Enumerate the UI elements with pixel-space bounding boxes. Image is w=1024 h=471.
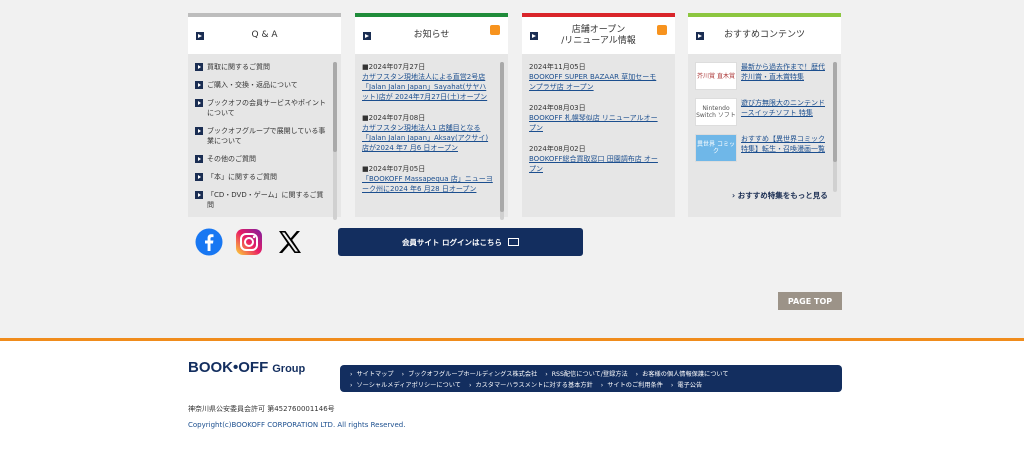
qa-item[interactable]: ブックオフグループで展開している事業について <box>195 126 326 146</box>
qa-title: Q & A <box>251 30 278 40</box>
qa-item[interactable]: 買取に関するご質問 <box>195 62 326 72</box>
recommend-panel: おすすめコンテンツ 芥川賞 直木賞 最新から過去作まで！歴代芥川賞・直木賞特集 … <box>688 13 841 217</box>
stores-panel: 店舗オープン/リニューアル情報 2024年11月05日 BOOKOFF SUPE… <box>522 13 675 217</box>
news-link[interactable]: 「BOOKOFF Massapequa 店」ニューヨーク州に2024 年6 月2… <box>362 174 493 194</box>
footer: BOOK•OFFGroup サイトマップ ブックオフグループホールディングス株式… <box>0 338 1024 471</box>
logo-text: BOOK•OFF <box>188 359 269 376</box>
news-date: ■2024年07月08日 <box>362 114 426 122</box>
stores-title-line2: /リニューアル情報 <box>561 35 636 46</box>
footer-link[interactable]: サイトのご利用条件 <box>601 380 663 389</box>
footer-link[interactable]: 電子公告 <box>671 380 702 389</box>
bookoff-group-logo[interactable]: BOOK•OFF Group <box>188 359 305 376</box>
store-item: 2024年08月02日 BOOKOFF総合買取窓口 田園調布店 オープン <box>529 144 660 174</box>
stores-title-line1: 店舗オープン <box>571 24 626 35</box>
recommend-header[interactable]: おすすめコンテンツ <box>688 17 841 54</box>
footer-nav-row: ソーシャルメディアポリシーについて カスタマーハラスメントに対する基本方針 サイ… <box>350 380 710 389</box>
rss-icon[interactable] <box>490 25 500 35</box>
scroll-thumb[interactable] <box>833 62 837 162</box>
footer-nav: サイトマップ ブックオフグループホールディングス株式会社 RSS配信について/登… <box>340 365 842 392</box>
news-list: ■2024年07月27日 カザフスタン現地法人による直営2号店「Jalan Ja… <box>362 62 493 217</box>
footer-link[interactable]: ブックオフグループホールディングス株式会社 <box>402 369 537 378</box>
news-item: ■2024年07月08日 カザフスタン現地法人1 店舗目となる「Jalan Ja… <box>362 113 493 153</box>
news-date: ■2024年07月27日 <box>362 63 426 71</box>
external-window-icon <box>508 238 520 246</box>
recommend-item[interactable]: 芥川賞 直木賞 最新から過去作まで！歴代芥川賞・直木賞特集 <box>695 62 826 90</box>
more-link[interactable]: › おすすめ特集をもっと見る <box>732 190 828 201</box>
store-date: 2024年08月02日 <box>529 145 586 153</box>
recommend-list: 芥川賞 直木賞 最新から過去作まで！歴代芥川賞・直木賞特集 Nintendo S… <box>695 62 826 191</box>
arrow-icon <box>363 32 371 40</box>
store-date: 2024年08月03日 <box>529 104 586 112</box>
qa-list: 買取に関するご質問 ご購入・交換・返品について ブックオフの会員サービスやポイン… <box>195 62 326 217</box>
stores-title: 店舗オープン/リニューアル情報 <box>561 25 636 47</box>
recommend-link[interactable]: 最新から過去作まで！歴代芥川賞・直木賞特集 <box>741 62 826 82</box>
news-scrollbar[interactable] <box>500 62 504 220</box>
arrow-icon <box>696 32 704 40</box>
permit-text: 神奈川県公安委員会許可 第452760001146号 <box>188 405 335 413</box>
qa-item[interactable]: その他のご質問 <box>195 154 326 164</box>
qa-panel: Q & A 買取に関するご質問 ご購入・交換・返品について ブックオフの会員サー… <box>188 13 341 220</box>
news-title: お知らせ <box>413 30 450 40</box>
rss-icon[interactable] <box>657 25 667 35</box>
news-date: ■2024年07月05日 <box>362 165 426 173</box>
stores-list: 2024年11月05日 BOOKOFF SUPER BAZAAR 草加セーモンプ… <box>529 62 660 217</box>
stores-header[interactable]: 店舗オープン/リニューアル情報 <box>522 17 675 54</box>
recommend-link[interactable]: おすすめ【異世界コミック特集】転生・召喚漫画一覧 <box>741 134 826 154</box>
news-item: ■2024年07月27日 カザフスタン現地法人による直営2号店「Jalan Ja… <box>362 62 493 102</box>
recommend-item[interactable]: Nintendo Switch ソフト 遊び方無限大のニンテンドースイッチソフト… <box>695 98 826 126</box>
more-label: おすすめ特集をもっと見る <box>737 191 828 200</box>
recommend-title: おすすめコンテンツ <box>723 30 805 40</box>
qa-item[interactable]: ブックオフの会員サービスやポイントについて <box>195 98 326 118</box>
footer-link[interactable]: お客様の個人情報保護について <box>636 369 728 378</box>
x-icon[interactable] <box>276 228 304 256</box>
footer-link[interactable]: RSS配信について/登録方法 <box>545 369 628 378</box>
member-login-label: 会員サイト ログインはこちら <box>401 237 503 247</box>
news-item: ■2024年07月05日 「BOOKOFF Massapequa 店」ニューヨー… <box>362 164 493 194</box>
arrow-icon <box>196 32 204 40</box>
news-link[interactable]: カザフスタン現地法人1 店舗目となる「Jalan Jalan Japan」Aks… <box>362 123 493 153</box>
footer-link[interactable]: ソーシャルメディアポリシーについて <box>350 380 460 389</box>
qa-scrollbar[interactable] <box>333 62 337 220</box>
store-link[interactable]: BOOKOFF総合買取窓口 田園調布店 オープン <box>529 154 660 174</box>
store-item: 2024年08月03日 BOOKOFF 札幌琴似店 リニューアルオープン <box>529 103 660 133</box>
qa-item[interactable]: 「本」に関するご質問 <box>195 172 326 182</box>
recommend-thumbnail: 異世界 コミック <box>695 134 737 162</box>
facebook-icon[interactable] <box>195 228 223 256</box>
arrow-icon <box>530 32 538 40</box>
recommend-thumbnail: 芥川賞 直木賞 <box>695 62 737 90</box>
logo-group: Group <box>272 363 306 375</box>
qa-item[interactable]: ご購入・交換・返品について <box>195 80 326 90</box>
news-link[interactable]: カザフスタン現地法人による直営2号店「Jalan Jalan Japan」Say… <box>362 72 493 102</box>
recommend-scrollbar[interactable] <box>833 62 837 192</box>
instagram-icon[interactable] <box>235 228 263 256</box>
store-item: 2024年11月05日 BOOKOFF SUPER BAZAAR 草加セーモンプ… <box>529 62 660 92</box>
footer-nav-row: サイトマップ ブックオフグループホールディングス株式会社 RSS配信について/登… <box>350 369 737 378</box>
qa-item[interactable]: 「CD・DVD・ゲーム」に関するご質問 <box>195 190 326 210</box>
member-login-button[interactable]: 会員サイト ログインはこちら <box>338 228 583 256</box>
news-panel: お知らせ ■2024年07月27日 カザフスタン現地法人による直営2号店「Jal… <box>355 13 508 220</box>
footer-link[interactable]: サイトマップ <box>350 369 393 378</box>
news-header[interactable]: お知らせ <box>355 17 508 54</box>
recommend-link[interactable]: 遊び方無限大のニンテンドースイッチソフト 特集 <box>741 98 826 118</box>
store-link[interactable]: BOOKOFF 札幌琴似店 リニューアルオープン <box>529 113 660 133</box>
qa-header[interactable]: Q & A <box>188 17 341 54</box>
page-top-button[interactable]: PAGE TOP <box>778 292 842 310</box>
scroll-thumb[interactable] <box>333 62 337 152</box>
scroll-thumb[interactable] <box>500 62 504 212</box>
copyright-text: Copyright(c)BOOKOFF CORPORATION LTD. All… <box>188 421 406 429</box>
store-date: 2024年11月05日 <box>529 63 586 71</box>
recommend-item[interactable]: 異世界 コミック おすすめ【異世界コミック特集】転生・召喚漫画一覧 <box>695 134 826 162</box>
store-link[interactable]: BOOKOFF SUPER BAZAAR 草加セーモンプラザ店 オープン <box>529 72 660 92</box>
footer-link[interactable]: カスタマーハラスメントに対する基本方針 <box>469 380 592 389</box>
recommend-thumbnail: Nintendo Switch ソフト <box>695 98 737 126</box>
main-area: Q & A 買取に関するご質問 ご購入・交換・返品について ブックオフの会員サー… <box>0 0 1024 338</box>
